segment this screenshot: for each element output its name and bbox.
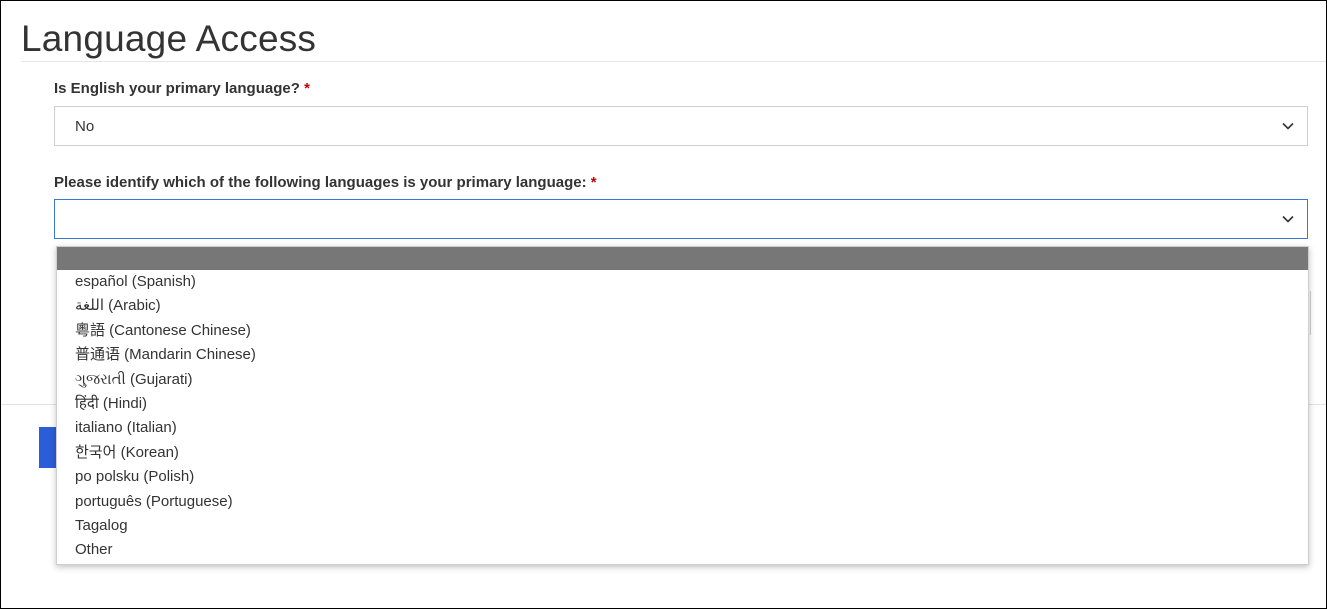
primary-english-select-value: No bbox=[75, 118, 95, 135]
primary-english-label-text: Is English your primary language? bbox=[54, 80, 300, 97]
dropdown-option-mandarin[interactable]: 普通语 (Mandarin Chinese) bbox=[57, 343, 1308, 367]
form-frame: Language Access Is English your primary … bbox=[0, 0, 1327, 609]
chevron-down-icon bbox=[1282, 122, 1294, 130]
dropdown-option-cantonese[interactable]: 粵語 (Cantonese Chinese) bbox=[57, 319, 1308, 343]
dropdown-option-portuguese[interactable]: português (Portuguese) bbox=[57, 490, 1308, 514]
primary-english-select[interactable]: No bbox=[54, 106, 1308, 146]
chevron-down-icon bbox=[1282, 215, 1294, 223]
dropdown-option-blank[interactable] bbox=[57, 247, 1308, 270]
language-dropdown-list[interactable]: español (Spanish) اللغة (Arabic) 粵語 (Can… bbox=[56, 246, 1309, 565]
dropdown-option-arabic[interactable]: اللغة (Arabic) bbox=[57, 294, 1308, 318]
dropdown-option-polish[interactable]: po polsku (Polish) bbox=[57, 465, 1308, 489]
dropdown-option-gujarati[interactable]: ગુજરાતી (Gujarati) bbox=[57, 368, 1308, 392]
dropdown-option-spanish[interactable]: español (Spanish) bbox=[57, 270, 1308, 294]
required-marker: * bbox=[304, 80, 310, 97]
dropdown-option-other[interactable]: Other bbox=[57, 538, 1308, 562]
primary-language-label-text: Please identify which of the following l… bbox=[54, 174, 587, 191]
dropdown-option-tagalog[interactable]: Tagalog bbox=[57, 514, 1308, 538]
title-divider bbox=[21, 61, 1326, 62]
page-title: Language Access bbox=[21, 18, 317, 59]
dropdown-option-hindi[interactable]: हिंदी (Hindi) bbox=[57, 392, 1308, 416]
dropdown-option-italian[interactable]: italiano (Italian) bbox=[57, 416, 1308, 440]
primary-language-select[interactable] bbox=[54, 199, 1308, 239]
primary-english-label: Is English your primary language? * bbox=[54, 80, 310, 97]
required-marker: * bbox=[590, 174, 597, 191]
primary-language-label: Please identify which of the following l… bbox=[54, 174, 597, 191]
dropdown-option-korean[interactable]: 한국어 (Korean) bbox=[57, 441, 1308, 465]
